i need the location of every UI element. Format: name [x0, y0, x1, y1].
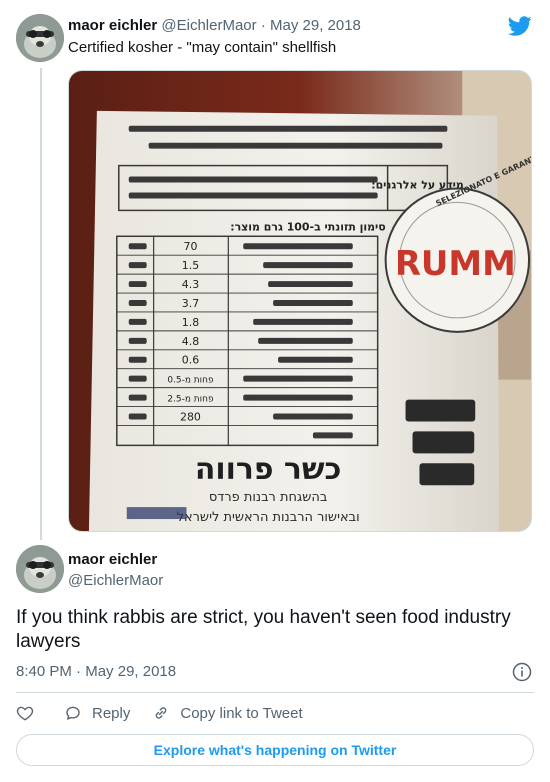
- nutrition-value: 1.5: [182, 259, 199, 272]
- copy-link-button[interactable]: Copy link to Tweet: [152, 704, 303, 722]
- avatar-image: [16, 545, 64, 593]
- nutrition-title: סימון תזונתי ב-100 גרם מוצר:: [230, 220, 386, 233]
- heart-icon: [16, 706, 34, 721]
- nutrition-value: 280: [180, 410, 201, 423]
- like-button[interactable]: [16, 704, 34, 722]
- timestamp-separator: ·: [76, 663, 82, 680]
- header-separator: ·: [260, 17, 266, 34]
- nutrition-value: 3.7: [182, 297, 199, 310]
- nutrition-value: 0.6: [182, 354, 199, 367]
- tweet-date: May 29, 2018: [85, 663, 177, 680]
- nutrition-value: 4.8: [182, 335, 199, 348]
- author-name[interactable]: maor eichler: [68, 550, 157, 570]
- avatar[interactable]: [16, 545, 64, 593]
- explore-button[interactable]: Explore what's happening on Twitter: [16, 734, 534, 766]
- quoted-tweet-header: maor eichler @EichlerMaor · May 29, 2018: [68, 16, 361, 36]
- tweet-actions: Reply Copy link to Tweet: [16, 702, 325, 724]
- avatar-image: [16, 14, 64, 62]
- twitter-bird-icon[interactable]: [508, 14, 532, 38]
- brand-logo: RUMM: [395, 244, 516, 283]
- kosher-label: כשר פרווה: [195, 452, 342, 487]
- jar-label-image: מידע על אלרגנים: סימון תזונתי ב-100 גרם …: [69, 71, 531, 531]
- quoted-author-name[interactable]: maor eichler: [68, 17, 157, 34]
- quoted-tweet-text: Certified kosher - "may contain" shellfi…: [68, 39, 337, 56]
- tweet-photo[interactable]: מידע על אלרגנים: סימון תזונתי ב-100 גרם …: [68, 70, 532, 532]
- reply-button[interactable]: Reply: [64, 704, 130, 722]
- quoted-tweet-date[interactable]: May 29, 2018: [270, 17, 361, 34]
- speech-bubble-icon: [66, 706, 80, 720]
- kosher-sub1: בהשגחת רבנות פרדס: [209, 490, 327, 505]
- nutrition-value: 70: [184, 240, 198, 253]
- thread-line: [40, 68, 42, 540]
- tweet-time: 8:40 PM: [16, 663, 72, 680]
- copy-link-label: Copy link to Tweet: [180, 704, 303, 722]
- link-icon: [156, 707, 167, 719]
- divider: [16, 692, 534, 693]
- author-handle[interactable]: @EichlerMaor: [68, 571, 163, 591]
- quoted-author-handle[interactable]: @EichlerMaor: [161, 17, 256, 34]
- tweet-timestamp[interactable]: 8:40 PM · May 29, 2018: [16, 662, 176, 682]
- kosher-sub2: ובאישור הרבנות הראשית לישראל: [177, 510, 360, 525]
- nutrition-value: 4.3: [182, 278, 199, 291]
- nutrition-value: 1.8: [182, 316, 199, 329]
- reply-label: Reply: [92, 704, 131, 722]
- avatar[interactable]: [16, 14, 64, 62]
- tweet-text: If you think rabbis are strict, you have…: [16, 607, 511, 652]
- nutrition-value: פחות מ-0.5: [167, 376, 214, 386]
- nutrition-value: פחות מ-2.5: [167, 395, 214, 405]
- info-icon[interactable]: [512, 662, 532, 682]
